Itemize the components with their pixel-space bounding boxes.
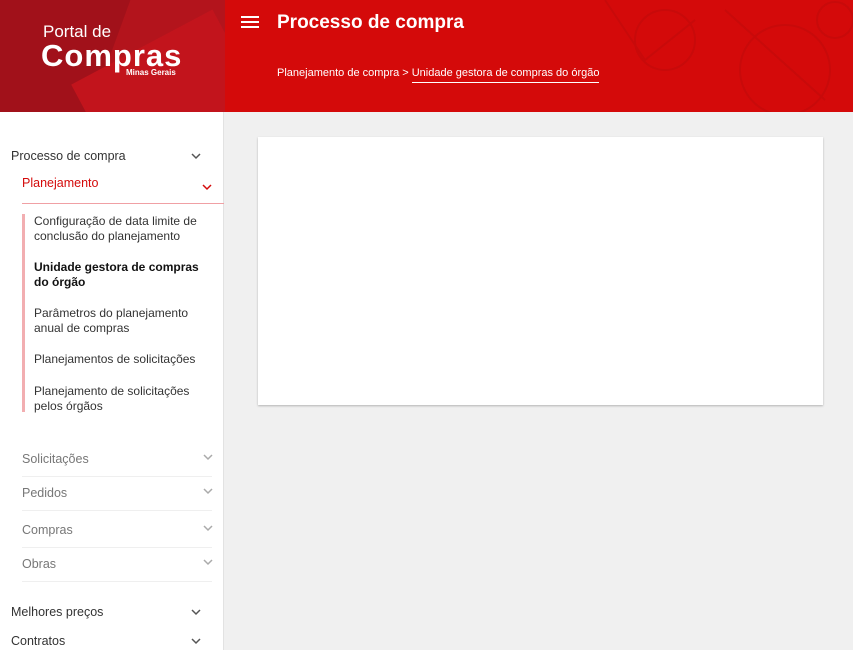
sidebar-item-planejamento[interactable]: Planejamento [22, 176, 224, 204]
breadcrumb-parent[interactable]: Planejamento de compra [277, 67, 399, 79]
sidebar-item-solicitacoes[interactable]: Solicitações [22, 441, 213, 477]
sidebar-item-compras[interactable]: Compras [22, 512, 213, 548]
sidebar-item-pedidos[interactable]: Pedidos [22, 475, 213, 511]
chevron-down-icon [203, 488, 213, 495]
chevron-down-icon [203, 454, 213, 461]
chevron-down-icon [191, 638, 201, 645]
sidebar-item-obras[interactable]: Obras [22, 546, 213, 582]
logo[interactable]: Portal de Compras Minas Gerais [0, 0, 225, 112]
chevron-down-icon [203, 525, 213, 532]
sidebar-item-label: Contratos [11, 634, 66, 648]
submenu-item-planejamento-solicitacoes-orgaos[interactable]: Planejamento de solicitações pelos órgão… [34, 384, 204, 414]
sidebar-item-label: Obras [22, 557, 57, 571]
submenu-item-unidade-gestora[interactable]: Unidade gestora de compras do órgão [34, 260, 204, 290]
sidebar-item-label: Processo de compra [11, 149, 126, 163]
logo-state-text: Minas Gerais [126, 68, 176, 77]
chevron-down-icon [191, 609, 201, 616]
sidebar-item-label: Pedidos [22, 486, 68, 500]
sidebar-item-label: Compras [22, 523, 73, 537]
sidebar-item-melhores-precos[interactable]: Melhores preços [11, 605, 211, 625]
logo-compras-text: Compras [41, 38, 183, 73]
chevron-down-icon [202, 184, 212, 191]
sidebar: Processo de compra Planejamento Configur… [0, 112, 224, 650]
submenu-item-configuracao-data-limite[interactable]: Configuração de data limite de conclusão… [34, 214, 204, 244]
sidebar-item-processo-de-compra[interactable]: Processo de compra [11, 149, 211, 169]
breadcrumb-separator: > [402, 67, 409, 79]
chevron-down-icon [203, 559, 213, 566]
sidebar-item-label: Melhores preços [11, 605, 104, 619]
breadcrumb: Planejamento de compra > Unidade gestora d… [277, 67, 600, 83]
sidebar-item-contratos[interactable]: Contratos [11, 634, 211, 650]
planejamento-submenu: Configuração de data limite de conclusão… [22, 214, 212, 414]
app-header: Portal de Compras Minas Gerais Processo … [0, 0, 853, 112]
sidebar-item-label: Planejamento [22, 176, 99, 190]
sidebar-item-label: Solicitações [22, 452, 89, 466]
submenu-item-parametros-planejamento[interactable]: Parâmetros do planejamento anual de comp… [34, 306, 204, 336]
chevron-down-icon [191, 153, 201, 160]
breadcrumb-current: Unidade gestora de compras do órgão [411, 67, 600, 83]
submenu-item-planejamentos-solicitacoes[interactable]: Planejamentos de solicitações [34, 352, 204, 367]
page-title: Processo de compra [277, 12, 464, 33]
hamburger-menu-icon[interactable] [241, 16, 259, 30]
content-card [258, 137, 823, 405]
